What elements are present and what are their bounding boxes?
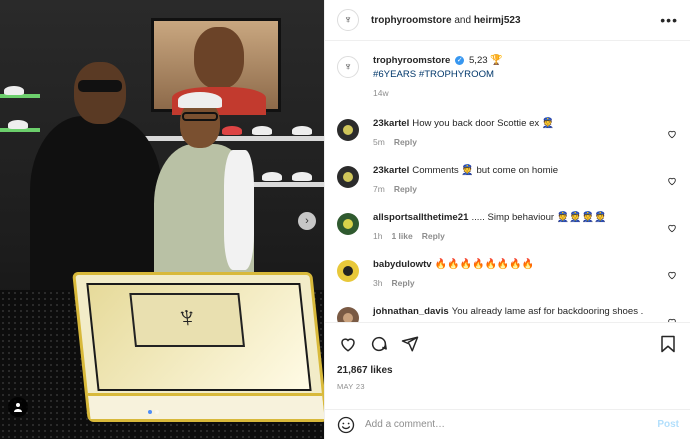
post-side-panel: ♆ trophyroomstore and heirmj523 ••• ♆ tr…	[324, 0, 690, 439]
shoe	[292, 172, 312, 181]
commenter-avatar[interactable]	[337, 213, 359, 235]
display-shelf	[250, 182, 324, 187]
comment-username[interactable]: allsportsallthetime21	[373, 212, 468, 223]
post-photo[interactable]: ♆ ›	[0, 0, 324, 439]
comments-list[interactable]: ♆ trophyroomstore ✓ 5,23 🏆 #6YEARS #TROPH…	[325, 42, 690, 322]
share-button[interactable]	[399, 333, 421, 355]
like-count[interactable]: 21,867 likes	[337, 365, 679, 376]
caption-time: 14w	[373, 88, 389, 98]
comment-item: johnathan_davis You already lame asf for …	[337, 305, 679, 322]
comment-text: You already lame asf for backdooring sho…	[451, 306, 644, 317]
person-left	[30, 62, 162, 302]
comment-time: 3h	[373, 278, 383, 288]
authors-joiner: and	[451, 14, 474, 26]
comment-emoji: 👮	[461, 165, 474, 176]
commenter-avatar[interactable]	[337, 119, 359, 141]
comment-button[interactable]	[368, 333, 390, 355]
comment-username[interactable]: 23kartel	[373, 118, 409, 129]
commenter-avatar[interactable]	[337, 307, 359, 322]
shoe	[252, 126, 272, 135]
save-button[interactable]	[657, 333, 679, 355]
comment-text: ..... Simp behaviour	[471, 212, 555, 223]
comment-text: Comments	[412, 165, 459, 176]
next-icon[interactable]: ›	[298, 212, 316, 230]
heart-icon[interactable]	[667, 176, 677, 186]
caption-avatar[interactable]: ♆	[337, 56, 359, 78]
comment-time: 5m	[373, 137, 385, 147]
owner-avatar[interactable]: ♆	[337, 9, 359, 31]
comment-input[interactable]	[365, 419, 658, 430]
user-tag-icon[interactable]	[8, 397, 28, 417]
comment-time: 1h	[373, 231, 383, 241]
owner-username[interactable]: trophyroomstore	[371, 15, 452, 26]
comment-icon	[371, 336, 387, 352]
trophy-emoji: 🏆	[490, 55, 503, 66]
heart-icon	[341, 338, 355, 352]
comment-emoji: 🔥🔥🔥🔥🔥🔥🔥🔥	[434, 259, 535, 270]
post-actions: 21,867 likes MAY 23	[325, 322, 690, 391]
comment-username[interactable]: johnathan_davis	[373, 306, 449, 317]
comment-item: 23kartel Comments 👮 but come on homie 7m R…	[337, 164, 679, 196]
comment-text: How you back door Scottie ex	[412, 118, 540, 129]
cake: ♆	[72, 272, 324, 422]
emoji-icon[interactable]	[337, 416, 355, 434]
post-dialog: ♆ › ♆ trophyroomstore and heirmj523 ••• …	[0, 0, 690, 439]
like-button[interactable]	[337, 333, 359, 355]
comment-like-count[interactable]: 1 like	[391, 231, 412, 241]
post-header: ♆ trophyroomstore and heirmj523 •••	[325, 0, 690, 41]
shoe	[8, 120, 28, 129]
heart-icon[interactable]	[667, 129, 677, 139]
reply-button[interactable]: Reply	[391, 278, 414, 288]
reply-button[interactable]: Reply	[394, 137, 417, 147]
comment-item: allsportsallthetime21..... Simp behaviou…	[337, 211, 679, 243]
screen-portrait	[194, 27, 244, 89]
commenter-avatar[interactable]	[337, 166, 359, 188]
heart-icon[interactable]	[667, 223, 677, 233]
verified-icon: ✓	[455, 55, 465, 65]
comment-time: 7m	[373, 184, 385, 194]
caption-text: 5,23	[466, 55, 491, 66]
shoe	[262, 172, 282, 181]
post-comment-button[interactable]: Post	[657, 419, 679, 430]
caption-username[interactable]: trophyroomstore	[373, 55, 450, 66]
heart-icon[interactable]	[667, 270, 677, 280]
cake-logo: ♆	[129, 293, 245, 347]
person-right	[154, 92, 254, 294]
post-date: MAY 23	[337, 382, 365, 391]
post-authors: trophyroomstore and heirmj523	[371, 15, 660, 26]
action-bar	[337, 331, 679, 357]
commenter-avatar[interactable]	[337, 260, 359, 282]
carousel-dot-active	[148, 410, 152, 414]
more-icon[interactable]: •••	[660, 12, 678, 28]
shoe	[292, 126, 312, 135]
bookmark-icon	[661, 335, 675, 353]
share-icon	[401, 336, 419, 352]
add-comment-bar: Post	[325, 409, 690, 439]
caption-hashtags[interactable]: #6YEARS #TROPHYROOM	[373, 69, 494, 80]
caption: ♆ trophyroomstore ✓ 5,23 🏆 #6YEARS #TROPH…	[337, 54, 679, 100]
comment-item: 23kartel How you back door Scottie ex 👮 5…	[337, 117, 679, 149]
shoe	[4, 86, 24, 95]
carousel-indicator	[148, 410, 159, 414]
comment-username[interactable]: 23kartel	[373, 165, 409, 176]
comment-username[interactable]: babydulowtv	[373, 259, 432, 270]
carousel-dot	[155, 410, 159, 414]
reply-button[interactable]: Reply	[394, 184, 417, 194]
comment-emoji: 👮	[541, 118, 555, 129]
comment-item: babydulowtv 🔥🔥🔥🔥🔥🔥🔥🔥 3h Reply	[337, 258, 679, 290]
comment-emoji: 👮👮👮👮	[556, 212, 607, 223]
reply-button[interactable]: Reply	[422, 231, 445, 241]
collaborator-username[interactable]: heirmj523	[474, 15, 521, 26]
comment-text-after: but come on homie	[476, 165, 559, 176]
